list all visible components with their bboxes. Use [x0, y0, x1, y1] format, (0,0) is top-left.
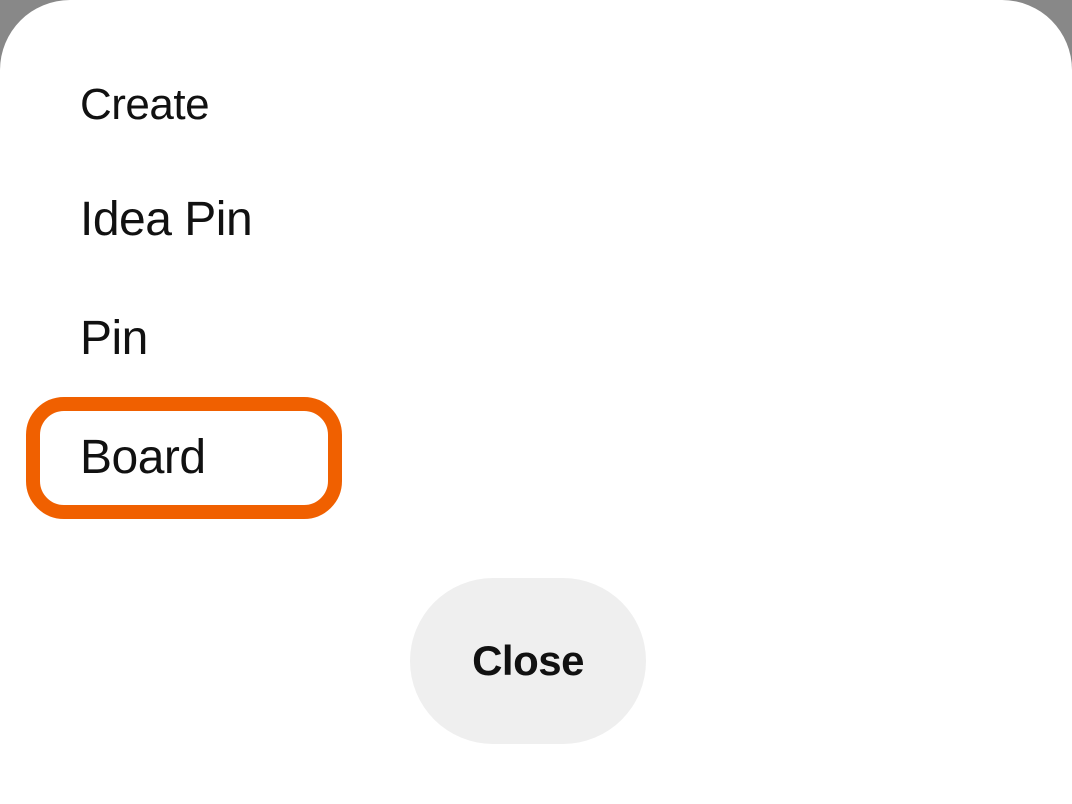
option-board[interactable]: Board [80, 430, 206, 485]
sheet-heading: Create [80, 80, 1072, 130]
option-pin[interactable]: Pin [80, 311, 148, 366]
option-idea-pin[interactable]: Idea Pin [80, 192, 252, 247]
close-button[interactable]: Close [410, 578, 646, 744]
create-sheet: Create Idea Pin Pin Board Close [0, 0, 1072, 804]
